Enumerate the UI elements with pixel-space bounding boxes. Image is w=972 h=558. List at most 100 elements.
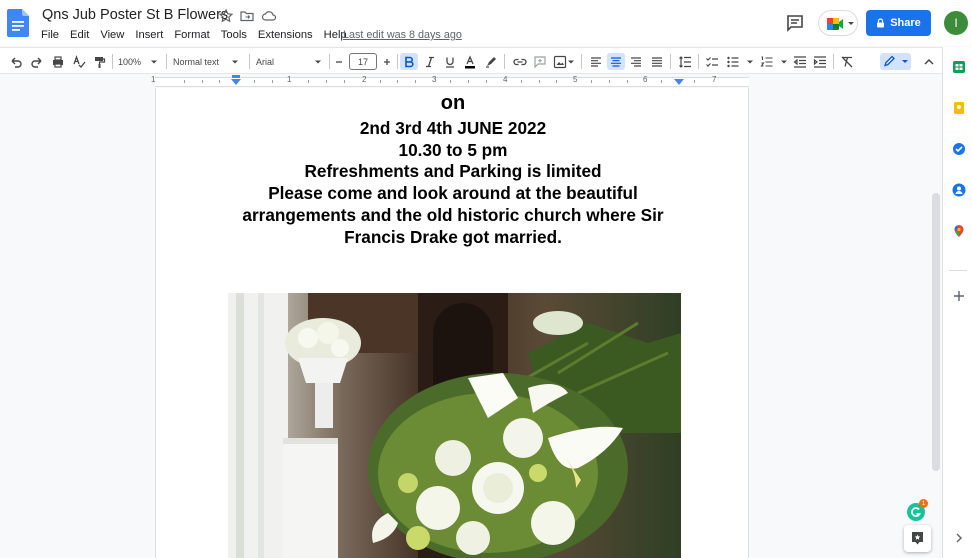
comment-history-icon[interactable] [784,12,806,34]
explore-button[interactable] [904,525,931,552]
ruler-tick [397,80,398,83]
italic-button[interactable] [421,53,439,70]
checklist-button[interactable] [703,53,721,70]
menu-format[interactable]: Format [174,27,209,43]
paint-format-button[interactable] [90,53,108,70]
ruler-tick [609,80,610,83]
meet-button[interactable] [818,10,858,36]
align-right-button[interactable] [627,53,645,70]
text-color-button[interactable] [461,53,479,70]
document-page[interactable]: on 2nd 3rd 4th JUNE 2022 10.30 to 5 pm R… [155,88,749,558]
bulleted-list-button[interactable] [724,53,756,70]
ruler-tick [380,80,381,83]
ruler-tick [468,80,469,83]
clear-formatting-button[interactable] [838,53,856,70]
keep-icon[interactable] [952,101,966,115]
undo-icon [11,57,22,68]
font-size-input[interactable]: 17 [349,53,377,70]
text-line-invite[interactable]: Please come and look around at the beaut… [156,183,750,204]
hide-menus-button[interactable] [920,53,938,70]
editing-mode-button[interactable] [880,53,911,70]
ruler-number: 7 [712,75,717,84]
add-comment-icon [534,55,546,68]
toolbar-divider [698,54,699,69]
insert-link-button[interactable] [511,53,529,70]
pencil-icon [883,55,908,67]
tasks-icon[interactable] [952,142,966,156]
docs-logo-icon[interactable] [7,9,29,37]
justify-button[interactable] [648,53,666,70]
increase-font-size-button[interactable] [380,53,394,70]
photo-image [228,293,681,558]
increase-indent-button[interactable] [811,53,829,70]
text-line-times[interactable]: 10.30 to 5 pm [156,140,750,161]
align-left-button[interactable] [587,53,605,70]
text-line-drake[interactable]: Francis Drake got married. [156,227,750,248]
cloud-status-icon[interactable] [261,8,277,24]
undo-button[interactable] [7,53,25,70]
star-icon[interactable] [218,8,234,24]
toolbar-divider [670,54,671,69]
toolbar-divider [329,54,330,69]
menu-file[interactable]: File [41,27,59,43]
contacts-icon[interactable] [952,183,966,197]
insert-image-button[interactable] [552,53,576,70]
menu-edit[interactable]: Edit [70,27,89,43]
caret-down-icon [151,60,158,63]
first-line-indent-marker-icon[interactable] [232,75,240,78]
menu-view[interactable]: View [100,27,124,43]
redo-button[interactable] [28,53,46,70]
bold-button[interactable] [400,53,418,70]
text-line-refreshments[interactable]: Refreshments and Parking is limited [156,161,750,182]
ruler-tick [521,80,522,83]
left-indent-marker-icon[interactable] [231,79,241,86]
menu-extensions[interactable]: Extensions [258,27,313,43]
highlight-color-button[interactable] [482,53,500,70]
add-comment-button[interactable] [531,53,549,70]
underline-button[interactable] [441,53,459,70]
flower-arrangement-photo[interactable] [228,293,681,558]
title-bar: Qns Jub Poster St B Flowers File Edit Vi… [0,0,972,46]
print-button[interactable] [49,53,67,70]
toolbar-divider [112,54,113,69]
toolbar-divider [504,54,505,69]
text-line-dates[interactable]: 2nd 3rd 4th JUNE 2022 [156,118,750,139]
zoom-select[interactable]: 100% [118,53,162,70]
ruler-number: 4 [503,75,508,84]
last-edit-link[interactable]: Last edit was 8 days ago [343,29,462,41]
decrease-font-size-button[interactable] [332,53,346,70]
justify-icon [652,56,662,67]
ruler-content-area [155,77,749,87]
paragraph-style-select[interactable]: Normal text [173,53,245,70]
ruler-tick [308,80,309,83]
right-indent-marker-icon[interactable] [674,79,684,86]
maps-icon[interactable] [952,224,966,238]
toolbar-divider [833,54,834,69]
font-family-select[interactable]: Arial [256,53,328,70]
sheets-icon[interactable] [952,60,966,74]
ruler-tick [272,80,273,83]
menu-tools[interactable]: Tools [221,27,247,43]
decrease-indent-button[interactable] [791,53,809,70]
grammarly-badge[interactable]: 1 [907,499,928,521]
text-line-on[interactable]: on [156,92,750,115]
horizontal-ruler[interactable]: 1 1 2 3 4 5 6 7 [0,75,942,88]
scrollbar-thumb[interactable] [932,193,940,471]
numbered-list-button[interactable] [758,53,790,70]
menu-insert[interactable]: Insert [135,27,163,43]
line-spacing-button[interactable] [676,53,694,70]
move-folder-icon[interactable] [239,8,255,24]
align-center-button[interactable] [607,53,625,70]
add-icon[interactable] [952,289,966,303]
vertical-scrollbar[interactable] [930,88,942,558]
plus-icon [384,58,390,65]
bold-icon [405,56,414,67]
document-canvas[interactable]: on 2nd 3rd 4th JUNE 2022 10.30 to 5 pm R… [0,88,942,558]
account-avatar[interactable]: I [944,11,968,35]
spellcheck-button[interactable] [70,53,88,70]
font-family-value: Arial [256,56,275,67]
text-line-arrangements[interactable]: arrangements and the old historic church… [156,205,750,226]
share-button[interactable]: Share [866,10,931,36]
expand-icon[interactable] [952,531,966,545]
document-title[interactable]: Qns Jub Poster St B Flowers [42,7,228,23]
